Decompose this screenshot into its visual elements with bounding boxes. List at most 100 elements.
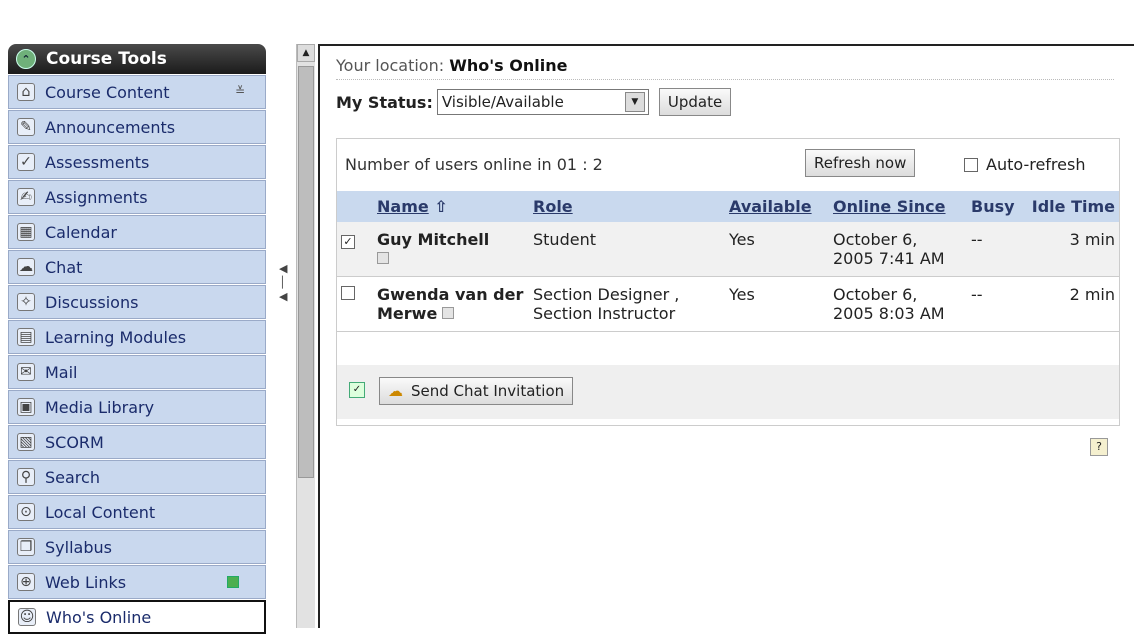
user-online-since: October 6, 2005 7:41 AM <box>829 222 967 277</box>
local-content-icon: ⊙ <box>17 503 35 521</box>
sidebar-item-course-content[interactable]: ⌂ Course Content ≚ <box>8 75 266 109</box>
sidebar-item-search[interactable]: ⚲ Search <box>8 460 266 494</box>
course-tools-sidebar: ⌃ Course Tools ⌂ Course Content ≚ ✎ Anno… <box>8 44 266 634</box>
sidebar-item-label: Announcements <box>45 117 176 137</box>
sidebar-item-assignments[interactable]: ✍ Assignments <box>8 180 266 214</box>
available-header-label[interactable]: Available <box>729 197 812 216</box>
sidebar-header-label: Course Tools <box>46 49 167 69</box>
sidebar-item-label: Assignments <box>45 187 148 207</box>
collapse-left-icon[interactable]: ◀ <box>279 290 293 304</box>
sidebar-item-scorm[interactable]: ▧ SCORM <box>8 425 266 459</box>
breadcrumb-prefix: Your location: <box>336 56 445 75</box>
sidebar-item-calendar[interactable]: ▦ Calendar <box>8 215 266 249</box>
sidebar-item-learning-modules[interactable]: ▤ Learning Modules <box>8 320 266 354</box>
chat-icon: ☁ <box>388 382 403 400</box>
sidebar-item-discussions[interactable]: ✧ Discussions <box>8 285 266 319</box>
status-label: My Status: <box>336 92 433 112</box>
refresh-now-button[interactable]: Refresh now <box>805 149 916 177</box>
collapse-left-icon[interactable]: ◀ <box>279 262 293 276</box>
learning-modules-icon: ▤ <box>17 328 35 346</box>
idle-time-header: Idle Time <box>1025 191 1119 222</box>
announcements-icon: ✎ <box>17 118 35 136</box>
role-header[interactable]: Role <box>529 191 725 222</box>
auto-refresh-toggle[interactable]: Auto-refresh <box>964 155 1085 174</box>
scroll-thumb[interactable] <box>298 66 314 478</box>
row-checkbox[interactable] <box>341 286 355 300</box>
name-header[interactable]: Name ⇧ <box>373 191 529 222</box>
sidebar-item-whos-online[interactable]: ☺ Who's Online <box>8 600 266 634</box>
expand-icon[interactable]: ≚ <box>235 84 245 98</box>
select-all-icon[interactable]: ✓ <box>349 382 365 398</box>
sidebar-item-label: Learning Modules <box>45 327 187 347</box>
sidebar-item-announcements[interactable]: ✎ Announcements <box>8 110 266 144</box>
user-online-since: October 6, 2005 8:03 AM <box>829 276 967 332</box>
chevron-down-icon[interactable]: ▼ <box>624 92 645 112</box>
sidebar-item-media-library[interactable]: ▣ Media Library <box>8 390 266 424</box>
status-bar: My Status: Visible/Available ▼ Update <box>336 88 732 116</box>
sidebar-item-chat[interactable]: ☁ Chat <box>8 250 266 284</box>
syllabus-icon: ❐ <box>17 538 35 556</box>
sort-up-icon[interactable]: ⇧ <box>434 197 447 216</box>
user-name: Guy Mitchell <box>377 230 490 249</box>
table-header-row: Name ⇧ Role Available Online Since Busy … <box>337 191 1119 222</box>
sidebar-collapse-handle[interactable]: ◀ │ ◀ <box>279 262 293 322</box>
sidebar-item-label: Course Content <box>45 82 170 102</box>
person-icon <box>377 252 389 264</box>
course-content-icon: ⌂ <box>17 83 35 101</box>
sidebar-item-syllabus[interactable]: ❐ Syllabus <box>8 530 266 564</box>
user-busy: -- <box>967 222 1025 277</box>
table-row: ✓ Guy Mitchell Student Yes October 6, 20… <box>337 222 1119 277</box>
splitter-grip-icon: │ <box>279 276 286 289</box>
table-row: Gwenda van der Merwe Section Designer , … <box>337 276 1119 332</box>
scorm-icon: ▧ <box>17 433 35 451</box>
sidebar-item-label: Who's Online <box>46 607 152 627</box>
sidebar-header[interactable]: ⌃ Course Tools <box>8 44 266 74</box>
sidebar-item-local-content[interactable]: ⊙ Local Content <box>8 495 266 529</box>
user-count: Number of users online in 01 : 2 <box>345 155 603 174</box>
sidebar-item-label: Chat <box>45 257 83 277</box>
user-idle-time: 2 min <box>1025 276 1119 332</box>
collapse-icon[interactable]: ⌃ <box>16 49 36 69</box>
sidebar-item-label: Local Content <box>45 502 156 522</box>
calendar-icon: ▦ <box>17 223 35 241</box>
sidebar-item-label: SCORM <box>45 432 104 452</box>
sidebar-item-label: Web Links <box>45 572 127 592</box>
new-badge-icon <box>227 576 239 588</box>
media-library-icon: ▣ <box>17 398 35 416</box>
update-button[interactable]: Update <box>658 88 732 116</box>
auto-refresh-checkbox[interactable] <box>964 157 978 172</box>
user-role: Section Designer , Section Instructor <box>529 276 725 332</box>
sidebar-item-label: Discussions <box>45 292 139 312</box>
help-icon[interactable]: ? <box>1090 438 1108 456</box>
auto-refresh-label: Auto-refresh <box>986 155 1086 174</box>
status-select-value: Visible/Available <box>441 93 564 111</box>
online-since-header-label[interactable]: Online Since <box>833 197 946 216</box>
discussions-icon: ✧ <box>17 293 35 311</box>
user-available: Yes <box>725 222 829 277</box>
scroll-up-icon[interactable]: ▲ <box>297 44 315 62</box>
sidebar-item-assessments[interactable]: ✓ Assessments <box>8 145 266 179</box>
idle-time-header-label: Idle Time <box>1031 197 1115 216</box>
row-checkbox[interactable]: ✓ <box>341 235 355 249</box>
person-icon <box>442 307 455 319</box>
sidebar-item-mail[interactable]: ✉ Mail <box>8 355 266 389</box>
sidebar-item-label: Calendar <box>45 222 117 242</box>
user-role: Student <box>529 222 725 277</box>
sidebar-item-label: Search <box>45 467 100 487</box>
assignments-icon: ✍ <box>17 188 35 206</box>
sidebar-item-label: Media Library <box>45 397 155 417</box>
whos-online-icon: ☺ <box>18 608 36 626</box>
online-since-header[interactable]: Online Since <box>829 191 967 222</box>
sidebar-item-label: Mail <box>45 362 78 382</box>
page-title: Who's Online <box>449 56 568 75</box>
user-available: Yes <box>725 276 829 332</box>
role-header-label[interactable]: Role <box>533 197 573 216</box>
send-chat-invitation-button[interactable]: ☁ Send Chat Invitation <box>379 377 574 405</box>
status-select[interactable]: Visible/Available ▼ <box>436 89 649 115</box>
busy-header-label: Busy <box>971 197 1015 216</box>
sidebar-item-web-links[interactable]: ⊕ Web Links <box>8 565 266 599</box>
vertical-scrollbar[interactable]: ▲ <box>296 44 315 628</box>
name-header-label[interactable]: Name <box>377 197 429 216</box>
available-header[interactable]: Available <box>725 191 829 222</box>
busy-header: Busy <box>967 191 1025 222</box>
